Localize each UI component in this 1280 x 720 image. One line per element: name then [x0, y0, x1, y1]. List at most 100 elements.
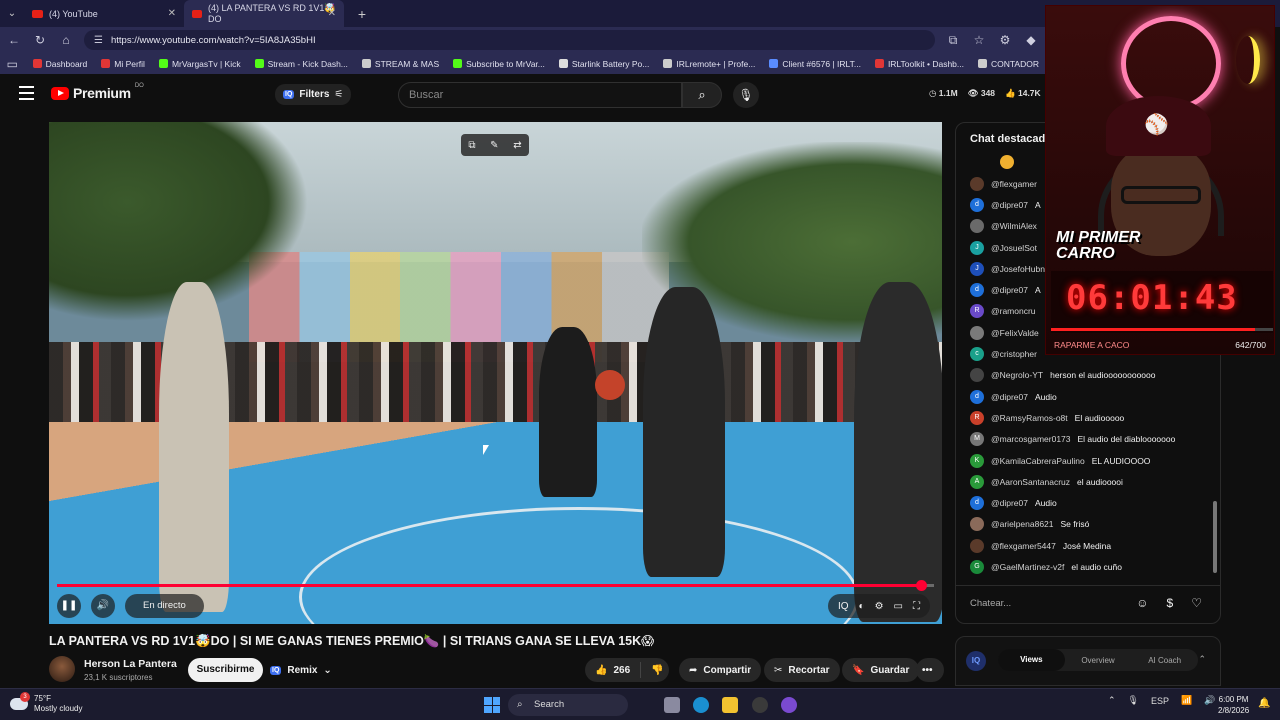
chat-username[interactable]: @flexgamer	[991, 179, 1037, 189]
more-actions-button[interactable]: •••	[916, 658, 944, 682]
chat-avatar[interactable]: K	[970, 453, 984, 468]
chat-message[interactable]: d @dipre07 Audio	[970, 386, 1210, 407]
chat-username[interactable]: @Negrolo-YT	[991, 370, 1043, 380]
youtube-premium-logo[interactable]: Premium DO	[51, 83, 144, 101]
chat-title[interactable]: Chat destacado	[970, 133, 1052, 145]
subscribe-button[interactable]: Suscribirme	[188, 658, 263, 682]
microphone-tray-icon[interactable]: 🎙	[1128, 695, 1139, 706]
search-icon[interactable]: ⌕	[682, 82, 722, 108]
bookmark-item[interactable]: STREAM & MAS	[361, 59, 439, 69]
fullscreen-icon[interactable]: ⛶	[913, 601, 920, 612]
emoji-icon[interactable]: ☺	[1136, 596, 1148, 610]
save-button[interactable]: 🔖 Guardar	[842, 658, 920, 682]
chat-scrollbar[interactable]	[1213, 501, 1217, 573]
dislike-icon[interactable]: 👎	[651, 665, 663, 676]
translate-icon[interactable]: ⇄	[513, 140, 521, 151]
chat-username[interactable]: @WilmiAlex	[991, 221, 1037, 231]
chat-username[interactable]: @dipre07	[991, 392, 1028, 402]
channel-name[interactable]: Herson La Pantera	[84, 658, 177, 670]
chat-username[interactable]: @FelixValde	[991, 328, 1039, 338]
close-tab-icon[interactable]: ✕	[328, 8, 336, 19]
chat-message[interactable]: A @AaronSantanacruz el audiooooi	[970, 471, 1210, 492]
chat-avatar[interactable]: M	[970, 432, 984, 447]
iq-player-icon[interactable]: IQ	[838, 601, 849, 612]
bookmark-item[interactable]: IRLToolkit • Dashb...	[874, 59, 964, 69]
edge-browser-icon[interactable]	[693, 697, 709, 713]
pause-icon[interactable]: ❚❚	[57, 594, 81, 618]
language-indicator[interactable]: ESP	[1151, 696, 1169, 706]
bookmark-item[interactable]: Client #6576 | IRLT...	[769, 59, 861, 69]
file-explorer-icon[interactable]	[722, 697, 738, 713]
chat-username[interactable]: @RamsyRamos-o8t	[991, 413, 1068, 423]
chat-username[interactable]: @arielpena8621	[991, 519, 1054, 529]
windows-start-icon[interactable]	[484, 697, 500, 713]
chat-avatar[interactable]: R	[970, 304, 984, 319]
chat-username[interactable]: @dipre07	[991, 285, 1028, 295]
browser-tab-video[interactable]: (4) LA PANTERA VS RD 1V1🤯DO ✕	[184, 0, 344, 27]
heart-icon[interactable]: ♡	[1191, 596, 1202, 610]
chat-message[interactable]: M @marcosgamer0173 El audio del diablooooo…	[970, 429, 1210, 450]
tab-list-button[interactable]: ⌄	[0, 8, 24, 19]
chat-avatar[interactable]	[970, 219, 984, 234]
bookmark-item[interactable]: CONTADOR	[977, 59, 1039, 69]
super-chat-icon[interactable]: $	[1167, 596, 1174, 610]
notes-icon[interactable]: ✎	[490, 140, 498, 151]
app-icon[interactable]	[752, 697, 768, 713]
settings-gear-icon[interactable]: ⚙	[875, 601, 884, 612]
chat-username[interactable]: @dipre07	[991, 200, 1028, 210]
filters-button[interactable]: IQ Filters ⚟	[275, 84, 352, 105]
bookmark-item[interactable]: Starlink Battery Po...	[558, 59, 649, 69]
like-count[interactable]: 266	[613, 665, 630, 676]
chat-message[interactable]: d @dipre07 Audio	[970, 492, 1210, 513]
wifi-icon[interactable]: 📶	[1181, 695, 1192, 706]
bookmark-item[interactable]: IRLremote+ | Profe...	[663, 59, 755, 69]
task-view-icon[interactable]	[664, 697, 680, 713]
bookmark-item[interactable]: Mi Perfil	[101, 59, 145, 69]
chat-username[interactable]: @KamilaCabreraPaulino	[991, 456, 1085, 466]
reload-icon[interactable]: ↻	[32, 33, 48, 47]
chat-message[interactable]: G @GaelMartinez-v2f el audio cuño	[970, 556, 1210, 577]
chat-message[interactable]: R @RamsyRamos-o8t El audiooooo	[970, 407, 1210, 428]
chat-message[interactable]: @flexgamer5447 José Medina	[970, 535, 1210, 556]
chat-avatar[interactable]	[970, 538, 984, 553]
theater-mode-icon[interactable]: ▭	[894, 601, 903, 612]
chat-avatar[interactable]: J	[970, 261, 984, 276]
clip-button[interactable]: ✂ Recortar	[764, 658, 840, 682]
hamburger-menu-icon[interactable]	[19, 86, 34, 100]
chat-avatar[interactable]: G	[970, 559, 984, 574]
chat-avatar[interactable]	[970, 176, 984, 191]
chat-avatar[interactable]	[970, 325, 984, 340]
chat-avatar[interactable]: d	[970, 389, 984, 404]
live-indicator[interactable]: En directo	[125, 594, 204, 618]
discord-icon[interactable]	[781, 697, 797, 713]
autoplay-toggle-icon[interactable]: ◐	[859, 601, 865, 612]
bookmark-item[interactable]: Subscribe to MrVar...	[453, 59, 545, 69]
chat-message[interactable]: @arielpena8621 Se frisó	[970, 514, 1210, 535]
volume-icon[interactable]: 🔊	[91, 594, 115, 618]
chat-username[interactable]: @dipre07	[991, 498, 1028, 508]
chat-username[interactable]: @AaronSantanacruz	[991, 477, 1070, 487]
chat-message[interactable]: K @KamilaCabreraPaulino EL AUDIOOOO	[970, 450, 1210, 471]
chat-input[interactable]: Chatear...	[970, 593, 1120, 615]
share-button[interactable]: ➦ Compartir	[679, 658, 762, 682]
bookmark-item[interactable]: MrVargasTv | Kick	[158, 59, 241, 69]
taskbar-clock[interactable]: 6:00 PM 2/8/2026	[1218, 694, 1249, 716]
pip-icon[interactable]: ⧉	[468, 140, 475, 151]
microphone-icon[interactable]: 🎙	[733, 82, 759, 108]
favorite-star-icon[interactable]: ☆	[971, 33, 987, 47]
chat-avatar[interactable]: A	[970, 474, 984, 489]
sidebar-toggle-icon[interactable]: ▭	[6, 57, 19, 71]
chat-avatar[interactable]: d	[970, 283, 984, 298]
channel-avatar[interactable]	[49, 656, 75, 682]
close-tab-icon[interactable]: ✕	[168, 8, 176, 19]
tab-overview[interactable]: Overview	[1065, 656, 1132, 665]
search-input[interactable]: Buscar	[398, 82, 682, 108]
chat-username[interactable]: @marcosgamer0173	[991, 434, 1071, 444]
chat-avatar[interactable]: R	[970, 410, 984, 425]
progress-bar[interactable]	[57, 580, 934, 591]
progress-scrubber[interactable]	[915, 580, 927, 591]
chat-username[interactable]: @flexgamer5447	[991, 541, 1056, 551]
chat-username[interactable]: @GaelMartinez-v2f	[991, 562, 1064, 572]
remix-button[interactable]: IQ Remix ⌄	[270, 660, 332, 680]
url-field[interactable]: ☰ https://www.youtube.com/watch?v=5IA8JA…	[84, 30, 935, 50]
